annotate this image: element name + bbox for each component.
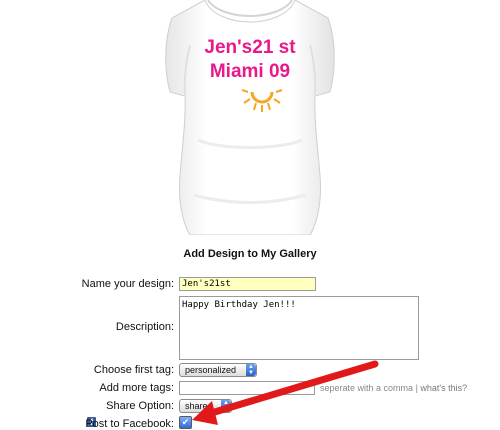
design-name-label: Name your design:	[81, 278, 174, 290]
design-name-input[interactable]	[179, 277, 316, 291]
select-arrows-icon: ▲ ▼	[246, 364, 256, 376]
share-option-value: share	[185, 401, 208, 411]
post-to-facebook-label: Post to Facebook:	[85, 418, 174, 430]
description-label: Description:	[115, 321, 174, 333]
tshirt-image: Jen's21 st Miami 09	[165, 0, 335, 236]
select-arrows-icon: ▲ ▼	[221, 400, 231, 412]
tags-hint-text: seperate with a comma	[320, 383, 414, 393]
first-tag-value: personalized	[185, 365, 237, 375]
shirt-print-line1: Jen's21 st	[204, 37, 296, 58]
first-tag-select[interactable]: personalized ▲ ▼	[179, 363, 257, 377]
description-textarea[interactable]: Happy Birthday Jen!!!	[179, 296, 419, 360]
first-tag-label: Choose first tag:	[93, 364, 174, 376]
more-tags-label: Add more tags:	[99, 382, 174, 394]
form-title: Add Design to My Gallery	[183, 248, 317, 260]
post-to-facebook-checkbox[interactable]: ✔	[179, 416, 192, 429]
share-option-label: Share Option:	[106, 400, 174, 412]
more-tags-input[interactable]	[179, 381, 315, 395]
tags-hint: seperate with a comma | what's this?	[320, 383, 468, 393]
shirt-print-line2: Miami 09	[210, 61, 290, 82]
tshirt-preview: Jen's21 st Miami 09	[150, 0, 350, 236]
share-option-select[interactable]: share ▲ ▼	[179, 399, 232, 413]
whats-this-link[interactable]: what's this?	[420, 383, 467, 393]
